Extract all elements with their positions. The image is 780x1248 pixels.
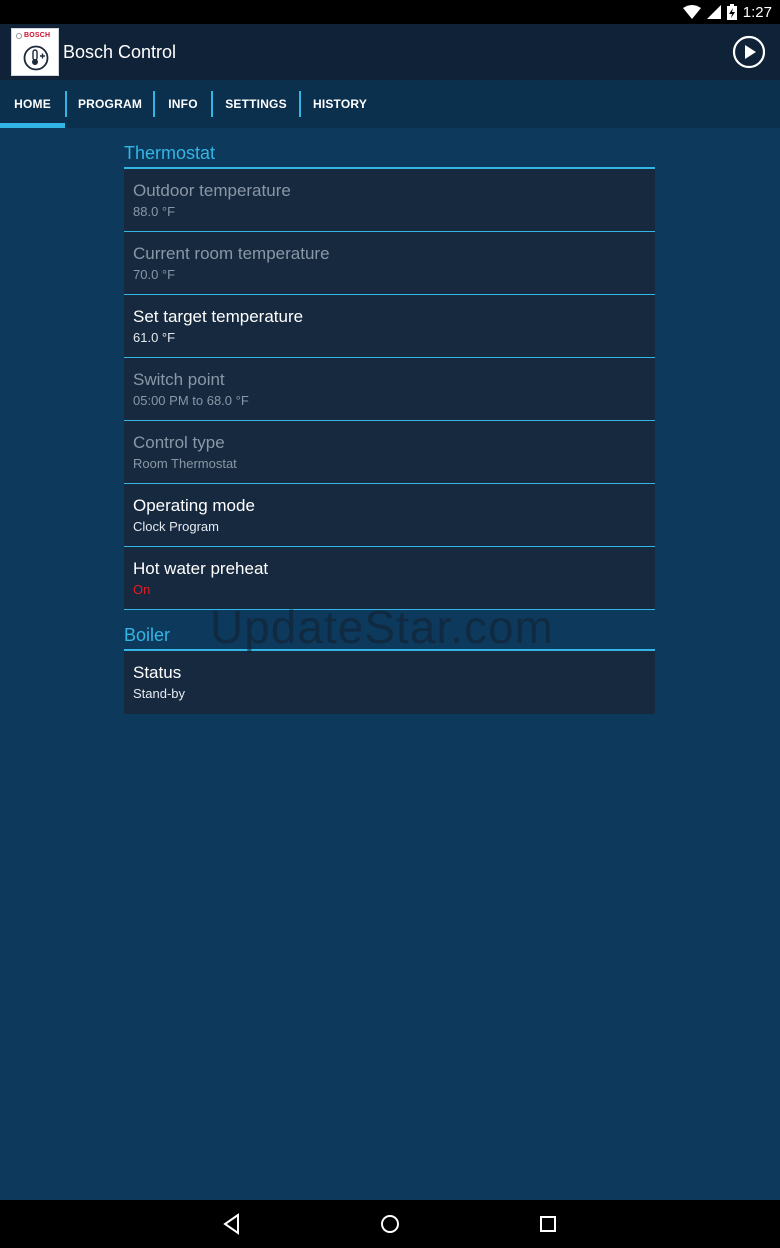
play-icon[interactable] [732,35,766,69]
item-label: Outdoor temperature [133,181,291,200]
list-item-status[interactable]: Status Stand-by [124,651,655,714]
thermometer-icon [23,45,49,71]
section-header-boiler: Boiler [124,610,655,651]
item-value: 88.0 °F [133,204,176,219]
item-value: 61.0 °F [133,330,176,345]
wifi-icon [682,5,701,19]
item-label: Set target temperature [133,307,304,326]
tab-bar: HOME PROGRAM INFO SETTINGS HISTORY [0,80,780,128]
tab-home[interactable]: HOME [0,80,65,128]
app-title: Bosch Control [63,41,177,62]
tab-program[interactable]: PROGRAM [67,80,153,128]
item-label: Current room temperature [133,244,330,263]
item-label: Control type [133,433,225,452]
item-value: On [133,582,151,597]
item-label: Hot water preheat [133,559,269,578]
bosch-emblem-icon [16,32,22,39]
item-label: Operating mode [133,496,255,515]
section-header-thermostat: Thermostat [124,128,655,169]
bosch-thermostat-logo-icon[interactable]: BOSCH [11,28,59,76]
list-item-operating-mode[interactable]: Operating mode Clock Program [124,484,655,547]
tab-settings[interactable]: SETTINGS [213,80,299,128]
navigation-bar [0,1200,780,1248]
tab-history[interactable]: HISTORY [301,80,379,128]
item-value: Clock Program [133,519,219,534]
list-item-set-target-temperature[interactable]: Set target temperature 61.0 °F [124,295,655,358]
list-item-hot-water-preheat[interactable]: Hot water preheat On [124,547,655,610]
item-label: Status [133,663,182,682]
item-label: Switch point [133,370,225,389]
item-value: Room Thermostat [133,456,237,471]
cell-signal-icon [706,5,721,19]
tab-info[interactable]: INFO [155,80,211,128]
brand-text: BOSCH [24,32,51,39]
home-icon[interactable] [378,1212,402,1236]
item-value: 05:00 PM to 68.0 °F [133,393,249,408]
status-time: 1:27 [742,3,772,21]
list-item-switch-point[interactable]: Switch point 05:00 PM to 68.0 °F [124,358,655,421]
status-bar: 1:27 [0,0,780,24]
back-icon[interactable] [220,1212,244,1236]
battery-charging-icon [726,4,737,20]
list-item-outdoor-temperature[interactable]: Outdoor temperature 88.0 °F [124,169,655,232]
main-content: Thermostat Outdoor temperature 88.0 °F C… [124,128,655,714]
app-bar: BOSCH Bosch Control [0,24,780,80]
item-value: Stand-by [133,686,186,701]
list-item-control-type[interactable]: Control type Room Thermostat [124,421,655,484]
item-value: 70.0 °F [133,267,176,282]
list-item-current-room-temperature[interactable]: Current room temperature 70.0 °F [124,232,655,295]
recents-icon[interactable] [536,1212,560,1236]
